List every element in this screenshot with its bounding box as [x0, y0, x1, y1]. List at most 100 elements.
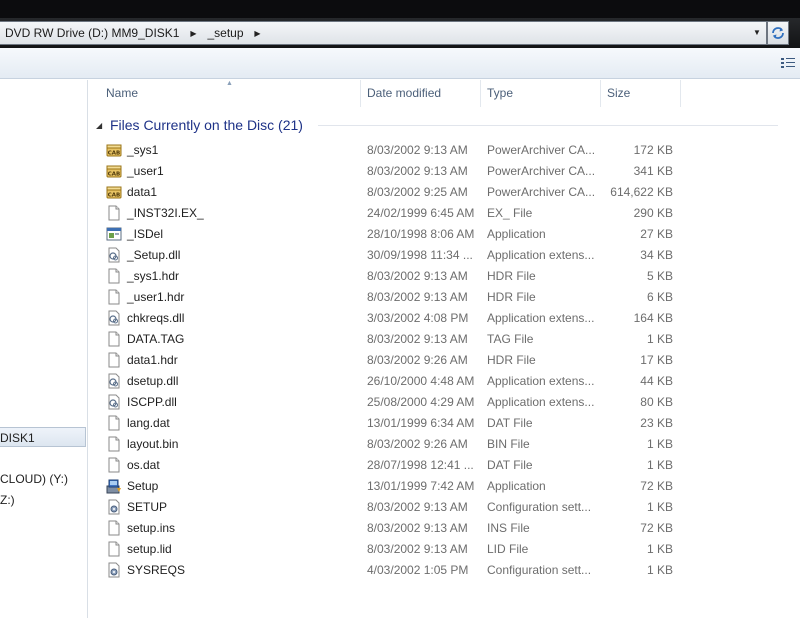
- file-date: 8/03/2002 9:25 AM: [367, 185, 468, 199]
- file-row[interactable]: _INST32I.EX_ 24/02/1999 6:45 AM EX_ File 29…: [104, 203, 684, 224]
- breadcrumb-separator[interactable]: ▶: [184, 22, 202, 44]
- file-row[interactable]: CAB _sys1 8/03/2002 9:13 AM PowerArchiver C…: [104, 140, 684, 161]
- change-view-button[interactable]: [780, 56, 796, 70]
- file-row[interactable]: _ISDel 28/10/1998 8:06 AM Application 27 KB: [104, 224, 684, 245]
- file-type: HDR File: [487, 353, 536, 367]
- file-size: 27 KB: [640, 227, 673, 241]
- address-history-dropdown[interactable]: ▼: [750, 25, 764, 41]
- file-date: 28/07/1998 12:41 ...: [367, 458, 474, 472]
- file-row[interactable]: CAB data1 8/03/2002 9:25 AM PowerArchiver C…: [104, 182, 684, 203]
- file-row[interactable]: setup.lid 8/03/2002 9:13 AM LID File 1 KB: [104, 539, 684, 560]
- file-row[interactable]: os.dat 28/07/1998 12:41 ... DAT File 1 KB: [104, 455, 684, 476]
- nav-item-label: CLOUD) (Y:): [0, 472, 69, 486]
- file-type: DAT File: [487, 416, 533, 430]
- column-header-name-label: Name: [106, 86, 139, 100]
- file-row[interactable]: ISCPP.dll 25/08/2000 4:29 AM Application e…: [104, 392, 684, 413]
- address-bar[interactable]: DVD RW Drive (D:) MM9_DISK1 ▶ _setup ▶ ▼: [0, 21, 767, 45]
- file-row[interactable]: SETUP 8/03/2002 9:13 AM Configuration sett…: [104, 497, 684, 518]
- file-row[interactable]: chkreqs.dll 3/03/2002 4:08 PM Application …: [104, 308, 684, 329]
- file-size: 34 KB: [640, 248, 673, 262]
- navigation-pane: DISK1 CLOUD) (Y:) Z:): [0, 80, 88, 618]
- cab-archive-icon: CAB: [106, 163, 122, 179]
- file-name: _Setup.dll: [127, 248, 181, 262]
- blank-file-icon: [106, 352, 122, 368]
- column-header-type-label: Type: [487, 86, 514, 100]
- blank-file-icon: [106, 541, 122, 557]
- file-date: 24/02/1999 6:45 AM: [367, 206, 475, 220]
- column-header-size[interactable]: Size: [601, 80, 681, 107]
- svg-text:CAB: CAB: [108, 172, 121, 178]
- file-date: 3/03/2002 4:08 PM: [367, 311, 469, 325]
- file-size: 290 KB: [633, 206, 673, 220]
- file-type: EX_ File: [487, 206, 533, 220]
- breadcrumb-drive[interactable]: DVD RW Drive (D:) MM9_DISK1: [0, 22, 184, 44]
- file-row[interactable]: _Setup.dll 30/09/1998 11:34 ... Applicatio…: [104, 245, 684, 266]
- file-size: 44 KB: [640, 374, 673, 388]
- file-row[interactable]: _user1.hdr 8/03/2002 9:13 AM HDR File 6 KB: [104, 287, 684, 308]
- refresh-button[interactable]: [767, 21, 789, 45]
- file-row[interactable]: setup.ins 8/03/2002 9:13 AM INS File 72 KB: [104, 518, 684, 539]
- file-size: 80 KB: [640, 395, 673, 409]
- blank-file-icon: [106, 415, 122, 431]
- file-group-header[interactable]: ◢ Files Currently on the Disc (21): [96, 115, 778, 135]
- file-row[interactable]: SYSREQS 4/03/2002 1:05 PM Configuration se…: [104, 560, 684, 581]
- file-list: CAB _sys1 8/03/2002 9:13 AM PowerArchiver C…: [104, 140, 684, 581]
- breadcrumb-separator-end[interactable]: ▶: [249, 22, 267, 44]
- file-row[interactable]: DATA.TAG 8/03/2002 9:13 AM TAG File 1 KB: [104, 329, 684, 350]
- file-row[interactable]: CAB _user1 8/03/2002 9:13 AM PowerArchiver …: [104, 161, 684, 182]
- nav-item-label: Z:): [0, 493, 15, 507]
- file-date: 8/03/2002 9:13 AM: [367, 332, 468, 346]
- file-row[interactable]: _sys1.hdr 8/03/2002 9:13 AM HDR File 5 KB: [104, 266, 684, 287]
- chevron-right-icon[interactable]: ▶: [187, 29, 199, 38]
- file-name: setup.ins: [127, 521, 176, 535]
- file-type: Application: [487, 227, 546, 241]
- file-date: 8/03/2002 9:13 AM: [367, 143, 468, 157]
- file-name: _user1: [127, 164, 164, 178]
- file-name: _INST32I.EX_: [127, 206, 204, 220]
- file-row[interactable]: data1.hdr 8/03/2002 9:26 AM HDR File 17 KB: [104, 350, 684, 371]
- dll-icon: [106, 247, 122, 263]
- blank-file-icon: [106, 331, 122, 347]
- file-row[interactable]: lang.dat 13/01/1999 6:34 AM DAT File 23 KB: [104, 413, 684, 434]
- file-type: LID File: [487, 542, 529, 556]
- file-name: _sys1.hdr: [127, 269, 180, 283]
- file-size: 72 KB: [640, 521, 673, 535]
- file-type: TAG File: [487, 332, 534, 346]
- file-date: 8/03/2002 9:26 AM: [367, 353, 468, 367]
- file-size: 72 KB: [640, 479, 673, 493]
- file-name: dsetup.dll: [127, 374, 179, 388]
- file-date: 25/08/2000 4:29 AM: [367, 395, 475, 409]
- blank-file-icon: [106, 457, 122, 473]
- file-size: 172 KB: [633, 143, 673, 157]
- nav-item-disk1[interactable]: DISK1: [0, 427, 86, 447]
- nav-item-cloud-drive[interactable]: CLOUD) (Y:): [0, 469, 86, 489]
- command-toolbar: [0, 48, 800, 79]
- config-file-icon: [106, 562, 122, 578]
- file-name: ISCPP.dll: [127, 395, 177, 409]
- file-row[interactable]: Setup 13/01/1999 7:42 AM Application 72 KB: [104, 476, 684, 497]
- column-header-date[interactable]: Date modified: [361, 80, 481, 107]
- blank-file-icon: [106, 520, 122, 536]
- file-size: 1 KB: [646, 500, 673, 514]
- file-row[interactable]: dsetup.dll 26/10/2000 4:48 AM Application …: [104, 371, 684, 392]
- file-type: Configuration sett...: [487, 500, 592, 514]
- file-date: 26/10/2000 4:48 AM: [367, 374, 475, 388]
- file-size: 1 KB: [646, 542, 673, 556]
- column-header-type[interactable]: Type: [481, 80, 601, 107]
- file-type: Application extens...: [487, 248, 595, 262]
- file-date: 8/03/2002 9:13 AM: [367, 542, 468, 556]
- breadcrumb-setup[interactable]: _setup: [202, 22, 248, 44]
- collapse-triangle-icon[interactable]: ◢: [96, 121, 108, 130]
- cab-archive-icon: CAB: [106, 184, 122, 200]
- file-type: HDR File: [487, 290, 536, 304]
- file-type: Application extens...: [487, 311, 595, 325]
- chevron-right-icon[interactable]: ▶: [252, 29, 264, 38]
- address-bar-row: DVD RW Drive (D:) MM9_DISK1 ▶ _setup ▶ ▼: [0, 18, 800, 48]
- file-row[interactable]: layout.bin 8/03/2002 9:26 AM BIN File 1 KB: [104, 434, 684, 455]
- file-type: BIN File: [487, 437, 530, 451]
- file-date: 8/03/2002 9:13 AM: [367, 500, 468, 514]
- refresh-icon: [772, 27, 784, 39]
- file-size: 1 KB: [646, 332, 673, 346]
- file-size: 341 KB: [633, 164, 673, 178]
- nav-item-z-drive[interactable]: Z:): [0, 490, 86, 510]
